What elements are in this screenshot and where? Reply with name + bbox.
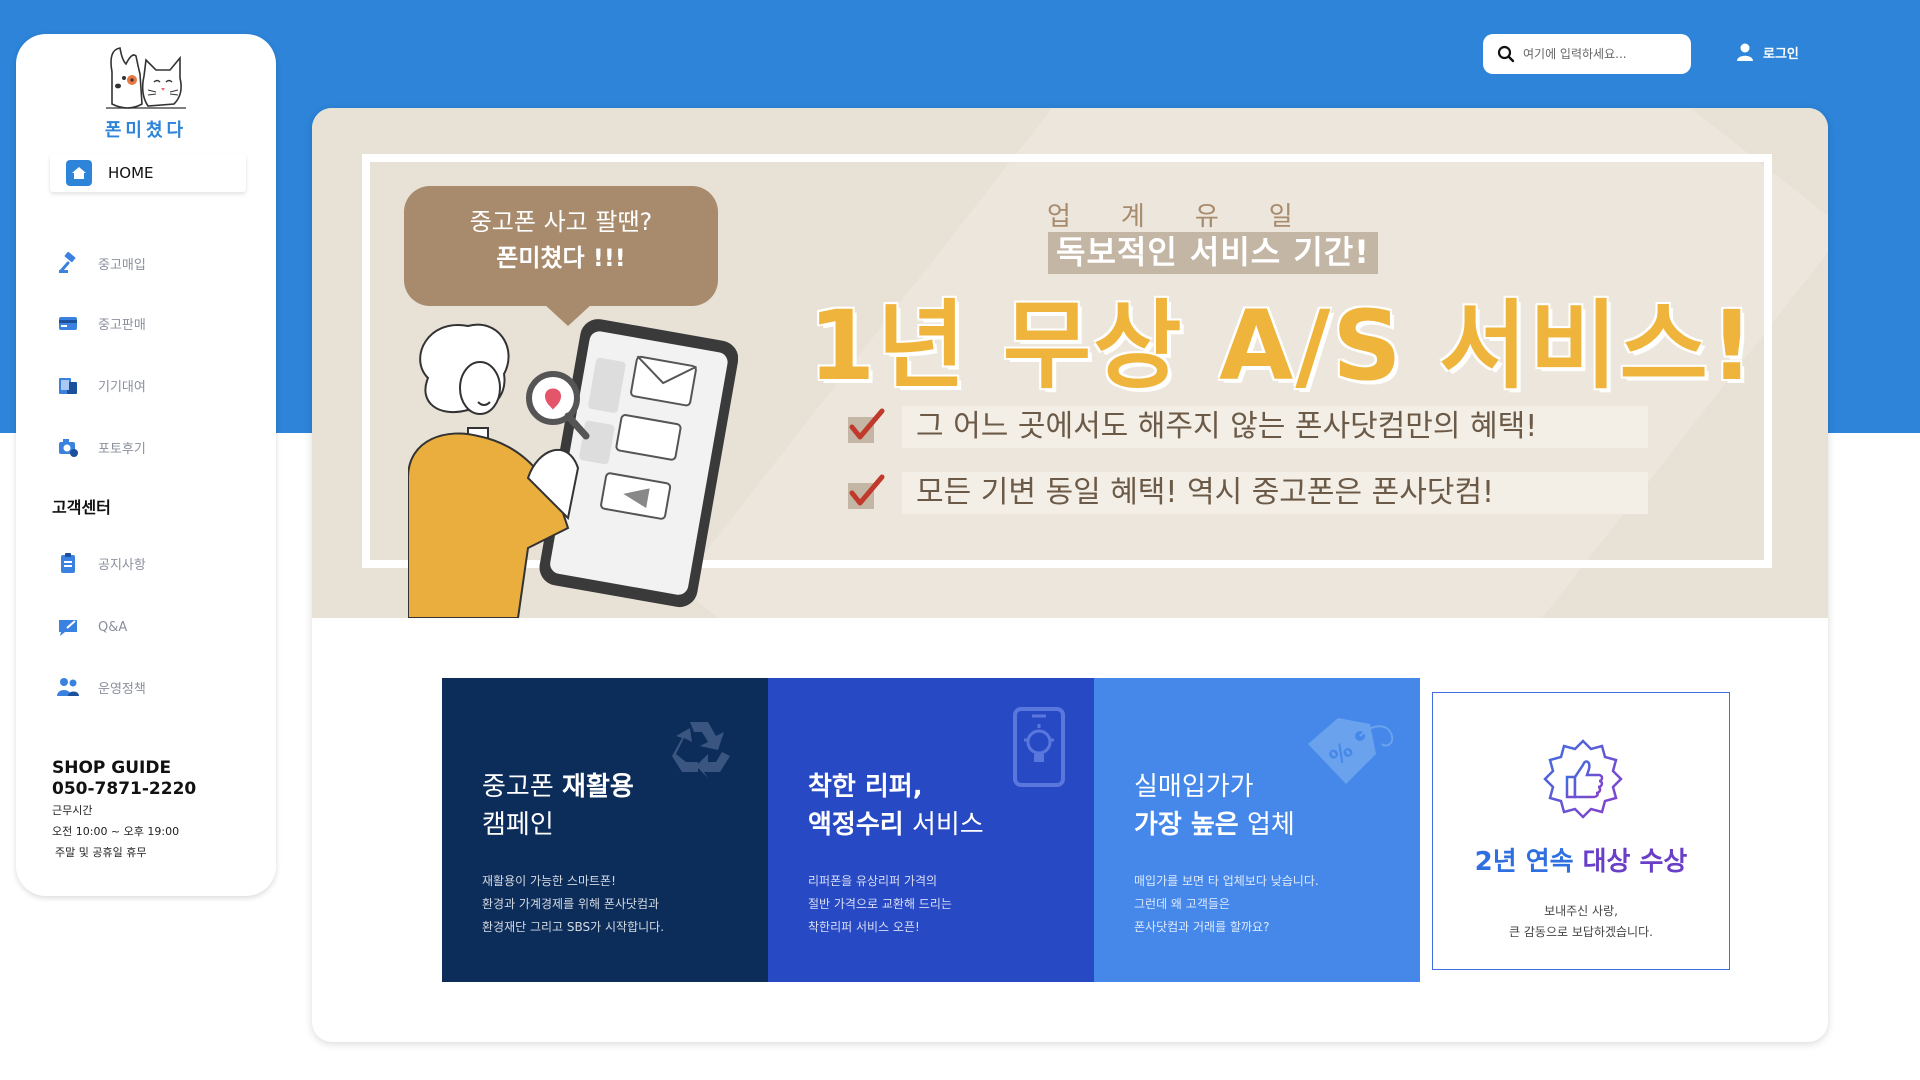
award-title: 2년 연속 대상 수상	[1433, 841, 1729, 878]
award-title-accent: 대상 수상	[1582, 847, 1688, 877]
sidebar-item-home[interactable]: HOME	[50, 154, 246, 192]
feature-title: 중고폰 재활용 캠페인	[482, 768, 634, 844]
sidebar-item-qna[interactable]: Q&A	[56, 612, 246, 642]
feature-desc: 재활용이 가능한 스마트폰! 환경과 가계경제를 위해 폰사닷컴과 환경재단 그…	[482, 870, 664, 939]
feature-desc-line: 재활용이 가능한 스마트폰!	[482, 874, 616, 888]
sidebar-item-label: 포토후기	[98, 441, 146, 457]
search-input[interactable]	[1523, 47, 1683, 61]
feature-title-line2-rest: 서비스	[903, 810, 984, 840]
user-icon	[1737, 43, 1753, 61]
chat-icon	[56, 615, 80, 639]
feature-title-bold: 착한 리퍼,	[808, 772, 923, 802]
banner-benefit-2: 모든 기변 동일 혜택! 역시 중고폰은 폰사닷컴!	[846, 472, 1648, 514]
thumbs-up-badge-icon	[1543, 739, 1623, 819]
sidebar-item-sale[interactable]: 중고판매	[56, 308, 246, 338]
feature-title-prefix: 실매입가가	[1134, 772, 1254, 802]
sidebar-item-label: HOME	[108, 164, 154, 182]
sidebar-item-label: 중고매입	[98, 257, 146, 273]
clipboard-icon	[56, 551, 80, 575]
award-desc-line: 큰 감동으로 보답하겠습니다.	[1509, 925, 1653, 939]
award-title-prefix: 2년 연속	[1474, 847, 1583, 877]
phone-bulb-icon	[1013, 707, 1065, 787]
banner-eyebrow: 업계유일	[1047, 202, 1343, 232]
shop-guide-phone: 050-7871-2220	[52, 779, 197, 799]
feature-desc: 매입가를 보면 타 업체보다 낮습니다. 그런데 왜 고객들은 폰사닷컴과 거래…	[1134, 870, 1319, 939]
checkbox-check-icon	[848, 474, 885, 509]
feature-title-bold: 재활용	[562, 772, 634, 802]
shop-guide-hours-label: 근무시간	[52, 804, 93, 817]
shop-guide-hours: 오전 10:00 ~ 오후 19:00	[52, 825, 180, 838]
card-icon	[56, 311, 80, 335]
logo[interactable]: 폰미쳤다	[16, 42, 276, 142]
shop-guide-title: SHOP GUIDE	[52, 758, 172, 778]
award-card[interactable]: 2년 연속 대상 수상 보내주신 사랑, 큰 감동으로 보답하겠습니다.	[1432, 692, 1730, 970]
search-box[interactable]	[1483, 34, 1691, 74]
feature-desc-line: 절반 가격으로 교환해 드리는	[808, 897, 952, 911]
recycle-icon	[672, 722, 730, 778]
feature-title: 실매입가가 가장 높은 업체	[1134, 768, 1295, 844]
feature-desc-line: 폰사닷컴과 거래를 할까요?	[1134, 920, 1270, 934]
sidebar-item-notice[interactable]: 공지사항	[56, 548, 246, 578]
sidebar-item-label: 운영정책	[98, 681, 146, 697]
feature-desc-line: 환경과 가계경제를 위해 폰사닷컴과	[482, 897, 660, 911]
sidebar-item-label: Q&A	[98, 619, 128, 635]
feature-desc-line: 환경재단 그리고 SBS가 시작합니다.	[482, 920, 665, 934]
feature-card-refurb[interactable]: 착한 리퍼, 액정수리 서비스 리퍼폰을 유상리퍼 가격의 절반 가격으로 교환…	[768, 678, 1094, 982]
benefit-text: 그 어느 곳에서도 해주지 않는 폰사닷컴만의 혜택!	[902, 406, 1648, 448]
feature-card-price[interactable]: % 실매입가가 가장 높은 업체 매입가를 보면 타 업체보다 낮습니다. 그런…	[1094, 678, 1420, 982]
person-with-phone-illustration	[408, 319, 738, 618]
devices-icon	[56, 373, 80, 397]
sidebar-item-photo-review[interactable]: 포토후기	[56, 432, 246, 462]
customer-center-title: 고객센터	[52, 498, 111, 517]
sidebar-item-rental[interactable]: 기기대여	[56, 370, 246, 400]
banner-headline: 1년 무상 A/S 서비스!	[808, 290, 1756, 402]
feature-title-line2-rest: 업체	[1238, 810, 1295, 840]
price-tag-icon: %	[1308, 718, 1394, 784]
users-icon	[56, 675, 80, 699]
feature-title-line2-bold: 가장 높은	[1134, 810, 1239, 840]
home-icon	[66, 160, 92, 186]
shop-guide: SHOP GUIDE 050-7871-2220 근무시간 오전 10:00 ~…	[52, 758, 196, 863]
sidebar-item-label: 중고판매	[98, 317, 146, 333]
feature-desc-line: 리퍼폰을 유상리퍼 가격의	[808, 874, 938, 888]
promo-banner[interactable]: 중고폰 사고 팔땐? 폰미쳤다 !!! 업계유일 독보적인 서비스 기간! 1년…	[312, 108, 1828, 618]
feature-card-recycle[interactable]: 중고폰 재활용 캠페인 재활용이 가능한 스마트폰! 환경과 가계경제를 위해 …	[442, 678, 768, 982]
gavel-icon	[56, 251, 80, 275]
speech-bubble: 중고폰 사고 팔땐? 폰미쳤다 !!!	[404, 186, 718, 306]
sidebar-item-purchase[interactable]: 중고매입	[56, 248, 246, 278]
feature-title-line2-bold: 액정수리	[808, 810, 904, 840]
shop-guide-closed: 주말 및 공휴일 휴무	[55, 846, 147, 859]
logo-text: 폰미쳤다	[104, 120, 188, 141]
login-label: 로그인	[1763, 46, 1799, 62]
sidebar-item-label: 공지사항	[98, 557, 146, 573]
feature-title-line2: 캠페인	[482, 810, 554, 840]
feature-desc-line: 그런데 왜 고객들은	[1134, 897, 1230, 911]
feature-desc: 리퍼폰을 유상리퍼 가격의 절반 가격으로 교환해 드리는 착한리퍼 서비스 오…	[808, 870, 952, 939]
feature-desc-line: 매입가를 보면 타 업체보다 낮습니다.	[1134, 874, 1319, 888]
feature-desc-line: 착한리퍼 서비스 오픈!	[808, 920, 920, 934]
award-desc: 보내주신 사랑, 큰 감동으로 보답하겠습니다.	[1433, 901, 1729, 943]
sidebar-item-label: 기기대여	[98, 379, 146, 395]
search-icon	[1497, 45, 1515, 63]
camera-icon	[56, 435, 80, 459]
sidebar-item-policy[interactable]: 운영정책	[56, 672, 246, 702]
banner-benefit-1: 그 어느 곳에서도 해주지 않는 폰사닷컴만의 혜택!	[846, 406, 1648, 448]
main-content: 중고폰 사고 팔땐? 폰미쳤다 !!! 업계유일 독보적인 서비스 기간! 1년…	[312, 108, 1828, 1042]
feature-title: 착한 리퍼, 액정수리 서비스	[808, 768, 984, 844]
login-button[interactable]: 로그인	[1735, 42, 1799, 62]
feature-title-prefix: 중고폰	[482, 772, 563, 802]
dog-cat-logo-icon	[106, 47, 186, 109]
benefit-text: 모든 기변 동일 혜택! 역시 중고폰은 폰사닷컴!	[902, 472, 1648, 514]
bubble-line-1: 중고폰 사고 팔땐?	[469, 208, 653, 236]
award-desc-line: 보내주신 사랑,	[1544, 904, 1618, 918]
checkbox-check-icon	[848, 408, 885, 443]
sidebar: 폰미쳤다 HOME 중고매입 중고판매 기기대여 포토후기 고객센터 공지사항 …	[16, 34, 276, 896]
bubble-line-2: 폰미쳤다 !!!	[496, 244, 626, 272]
